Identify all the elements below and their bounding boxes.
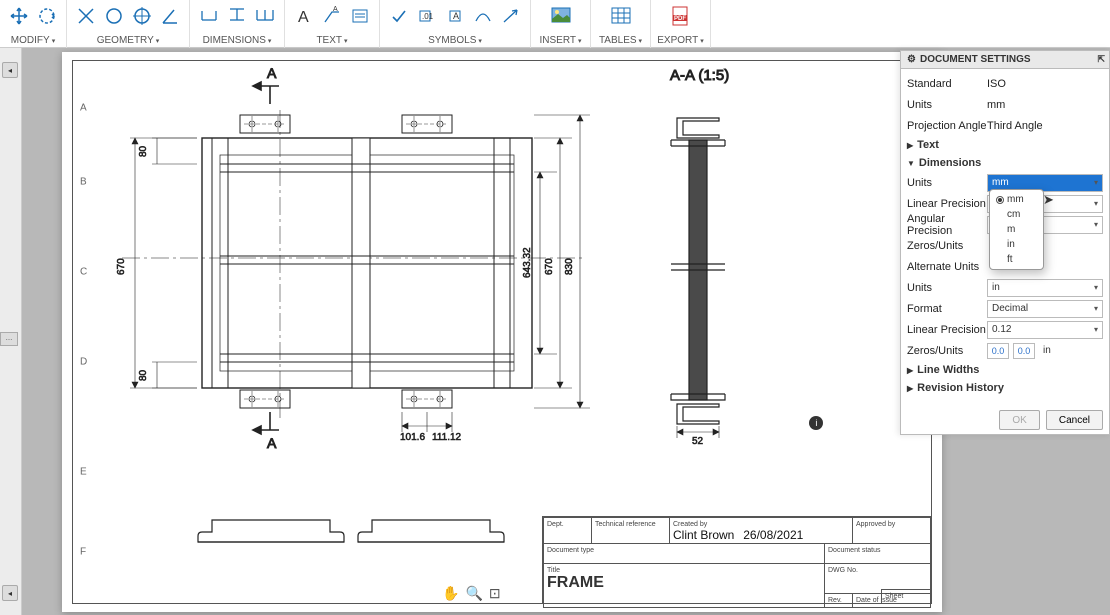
section-mark-bottom: A (267, 435, 277, 451)
svg-text:A: A (333, 6, 338, 13)
zeros-units-boxes[interactable]: 0.00.0in (987, 343, 1103, 359)
zoom-icon[interactable]: 🔍 (465, 585, 482, 602)
surface-icon[interactable]: .01 (414, 3, 440, 29)
doc-units-value: mm (987, 99, 1103, 111)
ribbon-label-geometry[interactable]: GEOMETRY ▾ (97, 35, 160, 48)
units-option-mm[interactable]: mm (990, 192, 1043, 207)
left-strip: ◂ … ◂ (0, 48, 22, 615)
ribbon-toolbar: MODIFY ▾ GEOMETRY ▾ DIMENSIONS ▾ A A TEXT ▾ .0… (0, 0, 1110, 48)
text-section-header[interactable]: ▶Text (907, 136, 1103, 154)
tb-date: 26/08/2021 (743, 528, 803, 542)
ribbon-label-text[interactable]: TEXT ▾ (316, 35, 347, 48)
line-icon[interactable] (73, 3, 99, 29)
row-letter-B: B (80, 177, 87, 188)
strip-collapse-top[interactable]: ◂ (2, 62, 18, 78)
ribbon-group-modify: MODIFY ▾ (0, 0, 67, 48)
dim-52: 52 (692, 436, 704, 447)
dim-chain-icon[interactable] (252, 3, 278, 29)
ribbon-label-export[interactable]: EXPORT ▾ (657, 35, 703, 48)
move-icon[interactable] (6, 3, 32, 29)
check-icon[interactable] (386, 3, 412, 29)
ribbon-label-modify[interactable]: MODIFY ▾ (11, 35, 55, 48)
note-icon[interactable] (347, 3, 373, 29)
format-select[interactable]: Decimal▾ (987, 300, 1103, 318)
dim-643: 643.32 (522, 247, 533, 278)
drawing-sheet[interactable]: A A 80 670 (62, 52, 942, 612)
dim-80-top: 80 (138, 145, 149, 157)
ribbon-label-insert[interactable]: INSERT ▾ (539, 35, 581, 48)
weld-icon[interactable] (470, 3, 496, 29)
expand-icon[interactable]: ⇱ (1097, 54, 1105, 65)
circle-icon[interactable] (101, 3, 127, 29)
row-letter-C: C (80, 267, 87, 278)
dim-830: 830 (564, 258, 575, 275)
units-option-cm[interactable]: cm (990, 207, 1043, 222)
target-icon[interactable] (129, 3, 155, 29)
ribbon-label-symbols[interactable]: SYMBOLS ▾ (428, 35, 482, 48)
dim-111.12: 111.12 (432, 432, 462, 443)
settings-header[interactable]: ⚙ DOCUMENT SETTINGS ⇱ (901, 51, 1109, 69)
row-letter-D: D (80, 357, 87, 368)
dim-80-bot: 80 (138, 369, 149, 381)
pdf-icon[interactable]: PDF (668, 3, 694, 29)
table-icon[interactable] (608, 3, 634, 29)
strip-collapse-bottom[interactable]: ◂ (2, 585, 18, 601)
ribbon-group-text: A A TEXT ▾ (285, 0, 380, 48)
alt-linear-precision-select[interactable]: 0.12▾ (987, 321, 1103, 339)
document-settings-panel: ⚙ DOCUMENT SETTINGS ⇱ StandardISO Unitsm… (900, 50, 1110, 435)
row-letter-F: F (80, 547, 86, 558)
units-option-m[interactable]: m (990, 222, 1043, 237)
svg-text:A: A (453, 11, 459, 21)
angle-icon[interactable] (157, 3, 183, 29)
view-tools: ✋ 🔍 ⊡ (442, 585, 501, 602)
cancel-button[interactable]: Cancel (1046, 410, 1103, 430)
standard-value: ISO (987, 78, 1103, 90)
dim-v-icon[interactable] (224, 3, 250, 29)
ribbon-label-dimensions[interactable]: DIMENSIONS ▾ (203, 35, 272, 48)
hand-tool-icon[interactable]: ✋ (442, 585, 459, 602)
settings-title: DOCUMENT SETTINGS (920, 54, 1031, 65)
ribbon-group-tables: TABLES ▾ (591, 0, 651, 48)
gear-icon: ⚙ (907, 54, 916, 65)
ok-button[interactable]: OK (999, 410, 1039, 430)
alt-units-select[interactable]: in▾ (987, 279, 1103, 297)
ribbon-group-geometry: GEOMETRY ▾ (67, 0, 190, 48)
ribbon-group-dimensions: DIMENSIONS ▾ (190, 0, 285, 48)
dim-670-right: 670 (544, 258, 555, 275)
arrow-icon[interactable] (498, 3, 524, 29)
svg-text:.01: .01 (422, 12, 434, 21)
dim-670-left: 670 (116, 258, 127, 275)
row-letter-A: A (80, 103, 87, 114)
svg-text:A: A (298, 9, 309, 26)
tb-creator: Clint Brown (673, 528, 734, 542)
projection-value: Third Angle (987, 120, 1103, 132)
image-icon[interactable] (548, 3, 574, 29)
section-mark-top: A (267, 65, 277, 81)
section-title: A-A (1:5) (670, 67, 729, 84)
tb-title: FRAME (547, 574, 604, 591)
ribbon-group-export: PDF EXPORT ▾ (651, 0, 711, 48)
units-option-ft[interactable]: ft (990, 252, 1043, 267)
rotate-icon[interactable] (34, 3, 60, 29)
dim-h-icon[interactable] (196, 3, 222, 29)
datum-icon[interactable]: A (442, 3, 468, 29)
strip-mid-handle[interactable]: … (0, 332, 18, 346)
units-dropdown-menu: mmcmminft (989, 189, 1044, 270)
dimensions-section-header[interactable]: ▼Dimensions (907, 154, 1103, 172)
leader-icon[interactable]: A (319, 3, 345, 29)
revision-history-section-header[interactable]: ▶Revision History (907, 379, 1103, 397)
svg-text:PDF: PDF (674, 16, 686, 22)
row-letter-E: E (80, 467, 87, 478)
text-a-icon[interactable]: A (291, 3, 317, 29)
line-widths-section-header[interactable]: ▶Line Widths (907, 361, 1103, 379)
units-option-in[interactable]: in (990, 237, 1043, 252)
ribbon-group-insert: INSERT ▾ (531, 0, 591, 48)
ribbon-group-symbols: .01 A SYMBOLS ▾ (380, 0, 531, 48)
zoom-fit-icon[interactable]: ⊡ (489, 585, 501, 602)
title-block: Dept. Technical reference Created by Cli… (542, 516, 932, 604)
dim-101.6: 101.6 (400, 432, 425, 443)
ribbon-label-tables[interactable]: TABLES ▾ (599, 35, 642, 48)
cursor-icon: ➤ (1043, 192, 1054, 208)
